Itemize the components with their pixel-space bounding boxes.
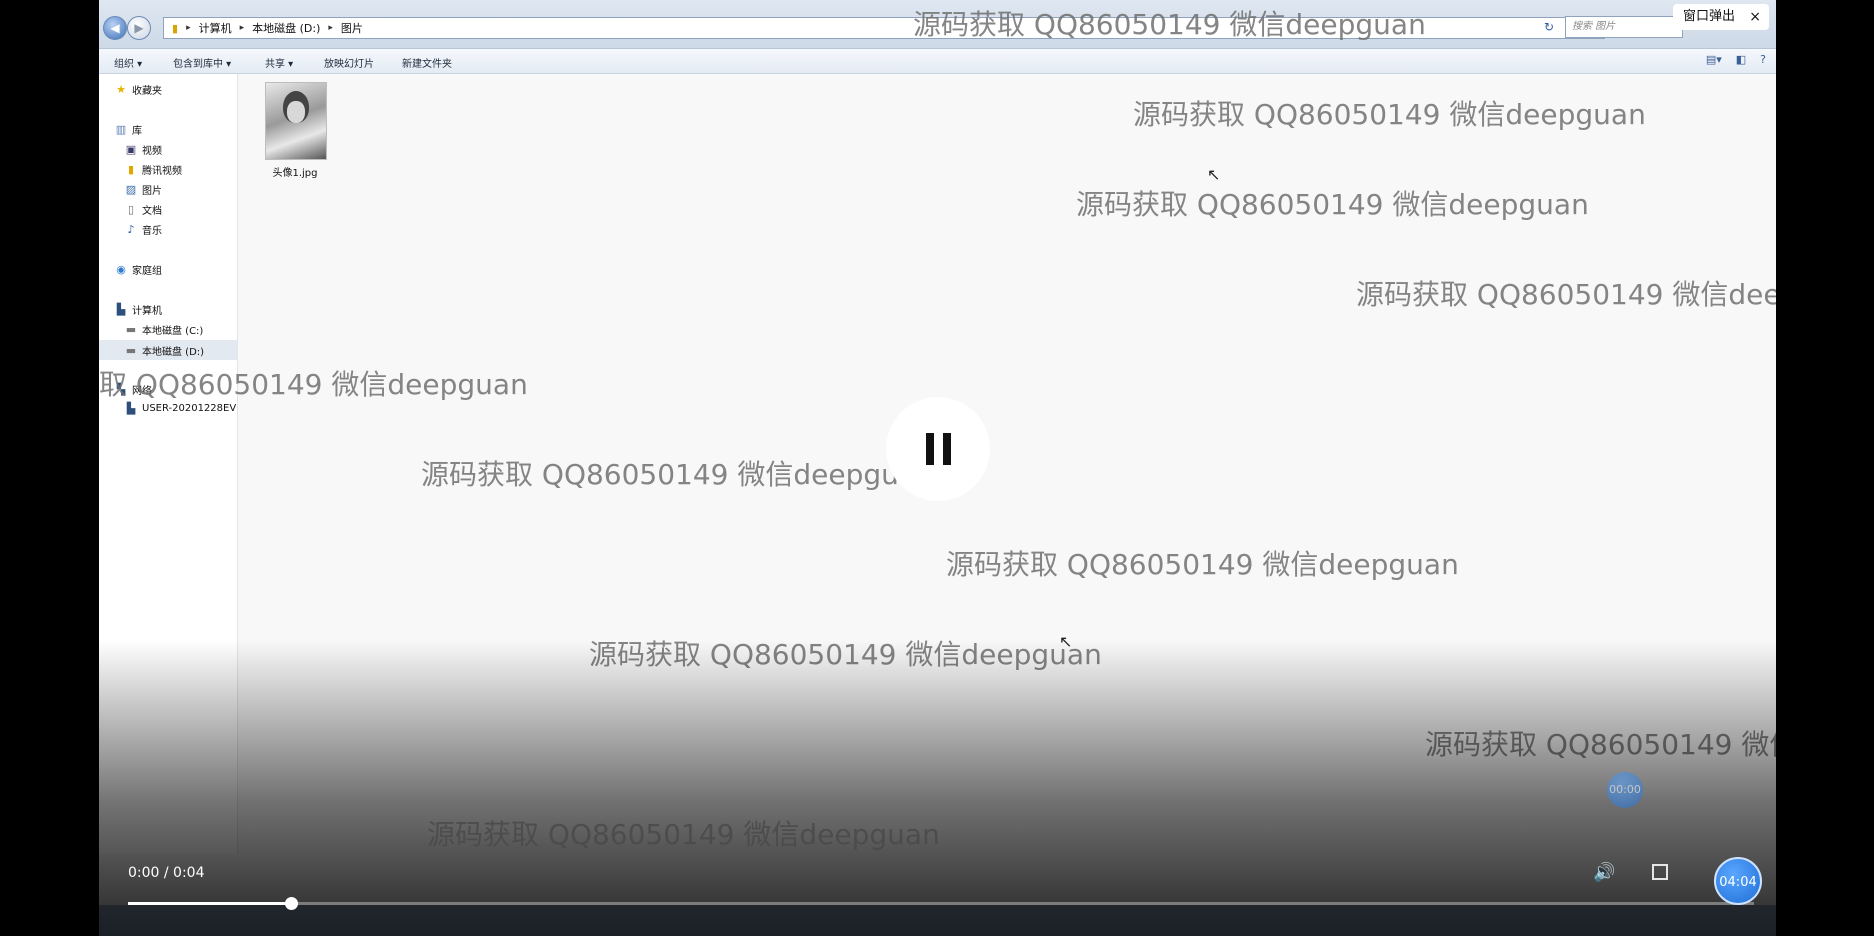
search-input[interactable]: 搜索 图片 bbox=[1565, 16, 1683, 38]
chevron-right-icon: ▸ bbox=[239, 23, 245, 33]
picture-icon: ▨ bbox=[125, 183, 137, 196]
nav-label: 文档 bbox=[142, 206, 162, 217]
video-icon: ▣ bbox=[125, 143, 137, 156]
popout-label: 窗口弹出 bbox=[1683, 9, 1736, 24]
nav-label: 收藏夹 bbox=[132, 86, 162, 97]
close-icon[interactable]: × bbox=[1749, 4, 1761, 30]
folder-icon: ▮ bbox=[172, 21, 179, 35]
nav-item-favorites[interactable]: ★ 收藏夹 bbox=[115, 82, 162, 97]
forward-icon[interactable]: ▶ bbox=[127, 16, 151, 40]
help-icon[interactable]: ? bbox=[1760, 53, 1766, 66]
nav-label: 图片 bbox=[142, 186, 162, 197]
nav-item-videos[interactable]: ▣ 视频 bbox=[125, 142, 162, 157]
nav-item-computer[interactable]: ▙ 计算机 bbox=[115, 302, 162, 317]
breadcrumb-item-computer[interactable]: 计算机 bbox=[199, 20, 232, 36]
nav-item-drive-d[interactable]: ▬ 本地磁盘 (D:) bbox=[99, 340, 237, 360]
computer-icon: ▙ bbox=[126, 402, 136, 415]
slideshow-button[interactable]: 放映幻灯片 bbox=[324, 55, 374, 70]
mouse-cursor-icon: ↖ bbox=[1207, 165, 1221, 184]
file-thumbnail[interactable] bbox=[265, 82, 327, 160]
timer-badge[interactable]: 04:04 bbox=[1714, 857, 1762, 905]
nav-item-music[interactable]: ♪ 音乐 bbox=[125, 222, 162, 237]
progress-track[interactable] bbox=[128, 897, 1754, 910]
nav-label: 腾讯视频 bbox=[142, 166, 182, 177]
watermark-text: 源码获取 QQ86050149 微信deepguan bbox=[427, 818, 940, 851]
watermark-text: 源码获取 QQ86050149 微信deepguan bbox=[913, 8, 1426, 41]
share-button[interactable]: 共享 ▾ bbox=[265, 55, 293, 70]
new-folder-button[interactable]: 新建文件夹 bbox=[402, 55, 452, 70]
watermark-text: 源码获取 QQ86050149 微信deepguan bbox=[421, 458, 934, 491]
progress-handle[interactable] bbox=[284, 897, 298, 910]
nav-item-pictures[interactable]: ▨ 图片 bbox=[125, 182, 162, 197]
folder-icon: ▮ bbox=[127, 163, 135, 176]
watermark-text: 源码获取 QQ86050149 微信deepguan bbox=[1133, 98, 1646, 131]
explorer-toolbar: 组织 ▾ 包含到库中 ▾ 共享 ▾ 放映幻灯片 新建文件夹 ▤▾ ◧ ? bbox=[99, 49, 1776, 74]
nav-item-network-pc[interactable]: ▙ USER-20201228EV bbox=[125, 402, 236, 415]
watermark-text: 源码获取 QQ86050149 微信deepguan bbox=[1356, 278, 1776, 311]
nav-label: 库 bbox=[132, 126, 142, 137]
refresh-icon[interactable]: ↻ bbox=[1539, 17, 1559, 37]
time-bubble: 00:00 bbox=[1607, 772, 1643, 808]
music-icon: ♪ bbox=[127, 223, 135, 236]
background-taskbar bbox=[99, 905, 1776, 936]
drive-icon: ▬ bbox=[125, 343, 137, 357]
nav-label: USER-20201228EV bbox=[142, 403, 237, 414]
progress-fill bbox=[128, 902, 291, 905]
pause-button[interactable] bbox=[886, 397, 990, 501]
homegroup-icon: ◉ bbox=[116, 263, 126, 276]
playback-time: 0:00 / 0:04 bbox=[128, 865, 205, 881]
computer-icon: ▙ bbox=[116, 303, 126, 316]
nav-item-homegroup[interactable]: ◉ 家庭组 bbox=[115, 262, 162, 277]
drive-icon: ▬ bbox=[125, 323, 137, 336]
organize-button[interactable]: 组织 ▾ bbox=[114, 55, 142, 70]
nav-label: 视频 bbox=[142, 146, 162, 157]
breadcrumb-item-pictures[interactable]: 图片 bbox=[341, 20, 363, 36]
include-in-library-button[interactable]: 包含到库中 ▾ bbox=[173, 55, 231, 70]
nav-item-documents[interactable]: ▯ 文档 bbox=[125, 202, 162, 217]
chevron-right-icon: ▸ bbox=[186, 23, 191, 33]
nav-label: 家庭组 bbox=[132, 266, 162, 277]
portrait-face bbox=[287, 101, 305, 123]
back-icon[interactable]: ◀ bbox=[103, 16, 127, 40]
nav-label: 本地磁盘 (D:) bbox=[142, 346, 205, 358]
fullscreen-icon[interactable] bbox=[1652, 864, 1668, 880]
popout-button[interactable]: 窗口弹出 × bbox=[1673, 4, 1769, 30]
nav-label: 音乐 bbox=[142, 226, 162, 237]
nav-label: 本地磁盘 (C:) bbox=[142, 326, 204, 337]
nav-label: 计算机 bbox=[132, 306, 162, 317]
video-frame[interactable]: ◀ ▶ ▮ ▸ 计算机 ▸ 本地磁盘 (D:) ▸ 图片 ↻ 搜索 图片 窗口弹… bbox=[99, 0, 1776, 936]
chevron-right-icon: ▸ bbox=[328, 23, 333, 33]
breadcrumb-item-drive-d[interactable]: 本地磁盘 (D:) bbox=[252, 20, 320, 36]
volume-icon[interactable]: 🔊 bbox=[1593, 862, 1615, 883]
document-icon: ▯ bbox=[127, 203, 135, 216]
nav-item-tencent-video[interactable]: ▮ 腾讯视频 bbox=[125, 162, 182, 177]
watermark-text: 源码获取 QQ86050149 微信deepguan bbox=[1076, 188, 1589, 221]
view-options-icon[interactable]: ▤▾ bbox=[1706, 53, 1722, 66]
watermark-text: 源码获取 QQ86050149 微信deepguan bbox=[946, 548, 1459, 581]
file-name[interactable]: 头像1.jpg bbox=[259, 164, 331, 179]
library-icon: ▥ bbox=[115, 123, 127, 136]
star-icon: ★ bbox=[116, 83, 126, 96]
nav-item-drive-c[interactable]: ▬ 本地磁盘 (C:) bbox=[125, 322, 204, 337]
watermark-text: 取 QQ86050149 微信deepguan bbox=[99, 368, 528, 401]
player-controls-shade bbox=[99, 640, 1776, 936]
pause-icon bbox=[942, 433, 951, 465]
preview-pane-icon[interactable]: ◧ bbox=[1736, 53, 1746, 66]
pause-icon bbox=[925, 433, 934, 465]
nav-item-libraries[interactable]: ▥ 库 bbox=[115, 122, 142, 137]
